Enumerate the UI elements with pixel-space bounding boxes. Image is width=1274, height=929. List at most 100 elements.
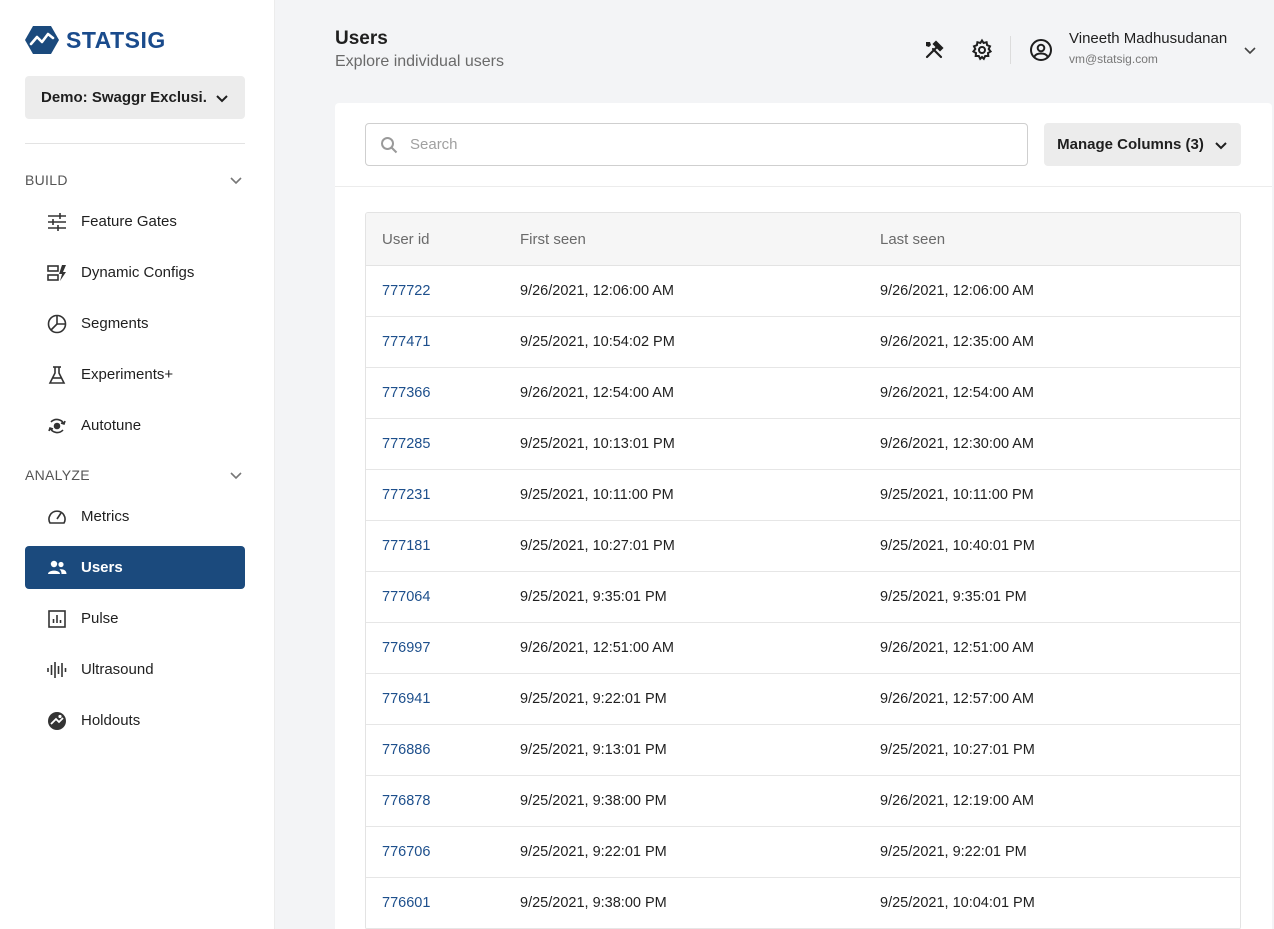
manage-columns-button[interactable]: Manage Columns (3) (1044, 123, 1241, 166)
cell-last-seen: 9/25/2021, 10:27:01 PM (880, 742, 1035, 758)
column-header-user-id[interactable]: User id (366, 231, 520, 248)
cell-user-id[interactable]: 777064 (366, 589, 520, 605)
sidebar-item-segments[interactable]: Segments (25, 302, 245, 345)
cell-user-id[interactable]: 777471 (366, 334, 520, 350)
user-name[interactable]: Vineeth Madhusudanan (1069, 30, 1227, 47)
toolbar-divider (335, 186, 1272, 187)
cell-last-seen: 9/25/2021, 10:11:00 PM (880, 487, 1034, 503)
search-box[interactable] (365, 123, 1028, 166)
sidebar-item-experiments[interactable]: Experiments+ (25, 353, 245, 396)
cell-user-id[interactable]: 776878 (366, 793, 520, 809)
cell-last-seen: 9/26/2021, 12:35:00 AM (880, 334, 1034, 350)
config-icon (47, 263, 67, 283)
table-body: 777722 9/26/2021, 12:06:00 AM 9/26/2021, 1… (366, 266, 1240, 929)
cell-last-seen: 9/25/2021, 10:40:01 PM (880, 538, 1035, 554)
sidebar-item-label: Feature Gates (81, 213, 177, 230)
cell-first-seen: 9/25/2021, 10:11:00 PM (520, 487, 674, 503)
table-row[interactable]: 777285 9/25/2021, 10:13:01 PM 9/26/2021, 1… (366, 419, 1240, 470)
table-row[interactable]: 776878 9/25/2021, 9:38:00 PM 9/26/2021, 12… (366, 776, 1240, 827)
page-title: Users (335, 28, 388, 49)
sidebar-item-autotune[interactable]: Autotune (25, 404, 245, 447)
cell-user-id[interactable]: 777285 (366, 436, 520, 452)
tools-icon[interactable] (922, 38, 946, 62)
search-input[interactable] (410, 136, 1010, 153)
table-row[interactable]: 777366 9/26/2021, 12:54:00 AM 9/26/2021, 1… (366, 368, 1240, 419)
sidebar-item-metrics[interactable]: Metrics (25, 495, 245, 538)
cell-user-id[interactable]: 776706 (366, 844, 520, 860)
table-row[interactable]: 776941 9/25/2021, 9:22:01 PM 9/26/2021, 12… (366, 674, 1240, 725)
sidebar-item-label: Pulse (81, 610, 119, 627)
cell-last-seen: 9/25/2021, 9:22:01 PM (880, 844, 1027, 860)
cell-first-seen: 9/25/2021, 9:22:01 PM (520, 691, 667, 707)
cell-first-seen: 9/25/2021, 10:27:01 PM (520, 538, 675, 554)
autotune-icon (47, 416, 67, 436)
table-row[interactable]: 777471 9/25/2021, 10:54:02 PM 9/26/2021, 1… (366, 317, 1240, 368)
cell-user-id[interactable]: 776886 (366, 742, 520, 758)
sidebar-item-label: Metrics (81, 508, 130, 525)
manage-columns-label: Manage Columns (3) (1057, 136, 1204, 153)
sidebar-divider (25, 143, 245, 144)
statsig-logo[interactable]: STATSIG (25, 25, 166, 55)
table-row[interactable]: 776886 9/25/2021, 9:13:01 PM 9/25/2021, 10… (366, 725, 1240, 776)
cell-first-seen: 9/25/2021, 9:13:01 PM (520, 742, 667, 758)
cell-first-seen: 9/25/2021, 9:38:00 PM (520, 895, 667, 911)
segments-icon (47, 314, 67, 334)
search-icon (381, 136, 398, 153)
users-card: Manage Columns (3) User id First seen La… (335, 103, 1272, 929)
cell-first-seen: 9/26/2021, 12:54:00 AM (520, 385, 674, 401)
column-header-last-seen[interactable]: Last seen (880, 231, 1240, 248)
brand-name: STATSIG (66, 26, 166, 53)
table-row[interactable]: 777231 9/25/2021, 10:11:00 PM 9/25/2021, 1… (366, 470, 1240, 521)
cell-user-id[interactable]: 777231 (366, 487, 520, 503)
sidebar-item-label: Experiments+ (81, 366, 174, 383)
sidebar-item-dynamic-configs[interactable]: Dynamic Configs (25, 251, 245, 294)
project-selector[interactable]: Demo: Swaggr Exclusi... (25, 76, 245, 119)
sidebar-item-feature-gates[interactable]: Feature Gates (25, 200, 245, 243)
sidebar-item-users[interactable]: Users (25, 546, 245, 589)
account-icon[interactable] (1029, 38, 1053, 62)
users-table: User id First seen Last seen 777722 9/26/… (365, 212, 1241, 929)
cell-last-seen: 9/25/2021, 9:35:01 PM (880, 589, 1027, 605)
cell-first-seen: 9/25/2021, 10:13:01 PM (520, 436, 675, 452)
cell-first-seen: 9/25/2021, 9:35:01 PM (520, 589, 667, 605)
cell-user-id[interactable]: 777366 (366, 385, 520, 401)
cell-first-seen: 9/25/2021, 10:54:02 PM (520, 334, 675, 350)
sliders-icon (47, 212, 67, 232)
chevron-down-icon (216, 94, 228, 102)
chevron-down-icon (1215, 141, 1227, 149)
sidebar-item-label: Segments (81, 315, 149, 332)
sidebar-item-label: Ultrasound (81, 661, 154, 678)
table-row[interactable]: 777064 9/25/2021, 9:35:01 PM 9/25/2021, 9:… (366, 572, 1240, 623)
cell-user-id[interactable]: 777722 (366, 283, 520, 299)
cell-last-seen: 9/25/2021, 10:04:01 PM (880, 895, 1035, 911)
table-row[interactable]: 777181 9/25/2021, 10:27:01 PM 9/25/2021, 1… (366, 521, 1240, 572)
sidebar-item-pulse[interactable]: Pulse (25, 597, 245, 640)
sidebar-item-label: Dynamic Configs (81, 264, 195, 281)
sidebar-item-holdouts[interactable]: Holdouts (25, 699, 245, 742)
section-build[interactable]: BUILD (25, 170, 245, 190)
table-header: User id First seen Last seen (366, 213, 1240, 266)
cell-user-id[interactable]: 776941 (366, 691, 520, 707)
column-header-first-seen[interactable]: First seen (520, 231, 880, 248)
table-row[interactable]: 776601 9/25/2021, 9:38:00 PM 9/25/2021, 10… (366, 878, 1240, 929)
cell-first-seen: 9/25/2021, 9:22:01 PM (520, 844, 667, 860)
table-row[interactable]: 777722 9/26/2021, 12:06:00 AM 9/26/2021, 1… (366, 266, 1240, 317)
section-analyze[interactable]: ANALYZE (25, 465, 245, 485)
sidebar-item-ultrasound[interactable]: Ultrasound (25, 648, 245, 691)
cell-last-seen: 9/26/2021, 12:06:00 AM (880, 283, 1034, 299)
chevron-down-icon (230, 472, 242, 480)
cell-user-id[interactable]: 776997 (366, 640, 520, 656)
table-row[interactable]: 776997 9/26/2021, 12:51:00 AM 9/26/2021, 1… (366, 623, 1240, 674)
gear-icon[interactable] (970, 38, 994, 62)
cell-user-id[interactable]: 776601 (366, 895, 520, 911)
section-title: ANALYZE (25, 467, 90, 483)
user-email: vm@statsig.com (1069, 52, 1158, 66)
chevron-down-icon[interactable] (1243, 43, 1257, 57)
cell-user-id[interactable]: 777181 (366, 538, 520, 554)
cell-first-seen: 9/25/2021, 9:38:00 PM (520, 793, 667, 809)
cell-last-seen: 9/26/2021, 12:54:00 AM (880, 385, 1034, 401)
cell-last-seen: 9/26/2021, 12:30:00 AM (880, 436, 1034, 452)
waveform-icon (47, 660, 67, 680)
table-row[interactable]: 776706 9/25/2021, 9:22:01 PM 9/25/2021, 9:… (366, 827, 1240, 878)
statsig-logo-icon (25, 26, 59, 54)
